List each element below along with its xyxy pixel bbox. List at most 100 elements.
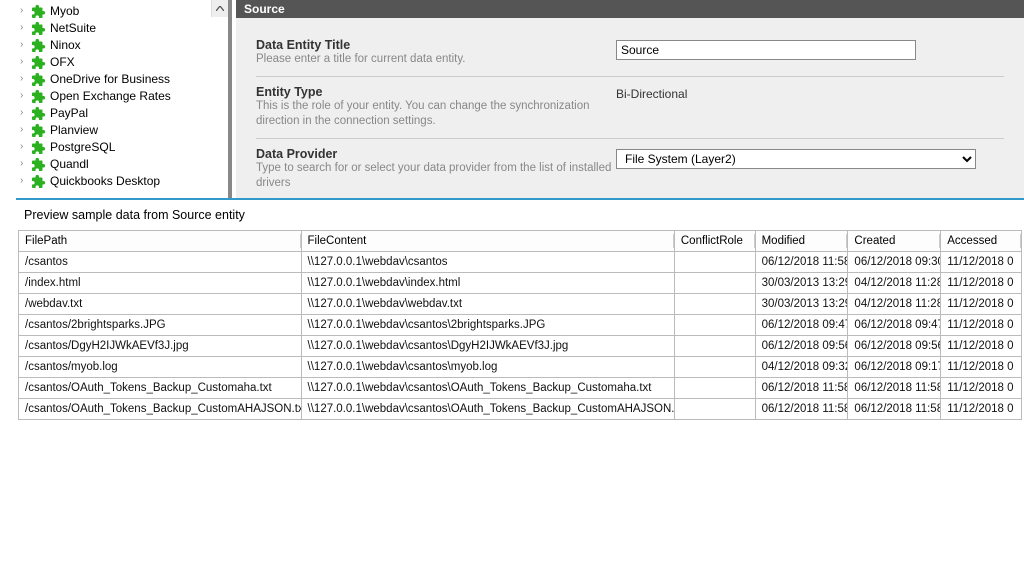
table-cell: \\127.0.0.1\webdav\index.html <box>301 273 674 294</box>
table-row[interactable]: /csantos/OAuth_Tokens_Backup_CustomAHAJS… <box>19 399 1022 420</box>
data-provider-select[interactable]: File System (Layer2) <box>616 149 976 169</box>
table-cell: 06/12/2018 09:47 <box>755 315 848 336</box>
table-cell: 06/12/2018 11:58 <box>755 378 848 399</box>
table-cell: /csantos <box>19 252 302 273</box>
tree-item-label: OFX <box>50 55 75 69</box>
table-cell: /csantos/2brightsparks.JPG <box>19 315 302 336</box>
table-cell: 06/12/2018 11:58 <box>848 399 941 420</box>
field-label: Data Entity Title <box>256 38 616 52</box>
table-cell: 11/12/2018 0 <box>941 252 1022 273</box>
table-cell: 30/03/2013 13:29 <box>755 294 848 315</box>
puzzle-icon <box>32 72 46 86</box>
tree-item-label: Quickbooks Desktop <box>50 174 160 188</box>
table-cell: 06/12/2018 09:17 <box>848 357 941 378</box>
puzzle-icon <box>32 55 46 69</box>
field-label: Entity Type <box>256 85 616 99</box>
table-cell: 06/12/2018 09:30 <box>848 252 941 273</box>
table-cell: \\127.0.0.1\webdav\csantos\myob.log <box>301 357 674 378</box>
tree-item[interactable]: › Ninox <box>0 36 228 53</box>
field-entity-type: Entity Type This is the role of your ent… <box>256 77 1004 139</box>
table-cell: 11/12/2018 0 <box>941 399 1022 420</box>
table-row[interactable]: /csantos/DgyH2IJWkAEVf3J.jpg\\127.0.0.1\… <box>19 336 1022 357</box>
column-header[interactable]: Created <box>848 231 941 252</box>
tree-item[interactable]: › Quandl <box>0 155 228 172</box>
field-help: Please enter a title for current data en… <box>256 52 616 66</box>
tree-item[interactable]: › PostgreSQL <box>0 138 228 155</box>
table-cell: \\127.0.0.1\webdav\csantos\OAuth_Tokens_… <box>301 399 674 420</box>
table-row[interactable]: /webdav.txt\\127.0.0.1\webdav\webdav.txt… <box>19 294 1022 315</box>
table-cell <box>674 252 755 273</box>
preview-title: Preview sample data from Source entity <box>16 204 1024 230</box>
column-header[interactable]: ConflictRole <box>674 231 755 252</box>
entity-title-input[interactable] <box>616 40 916 60</box>
table-cell: 30/03/2013 13:29 <box>755 273 848 294</box>
table-cell: 06/12/2018 11:58 <box>848 378 941 399</box>
table-cell: \\127.0.0.1\webdav\csantos <box>301 252 674 273</box>
table-cell <box>674 357 755 378</box>
table-cell: 11/12/2018 0 <box>941 273 1022 294</box>
chevron-right-icon[interactable]: › <box>20 39 32 50</box>
table-cell: /webdav.txt <box>19 294 302 315</box>
chevron-right-icon[interactable]: › <box>20 158 32 169</box>
tree-item[interactable]: › NetSuite <box>0 19 228 36</box>
chevron-right-icon[interactable]: › <box>20 141 32 152</box>
chevron-right-icon[interactable]: › <box>20 175 32 186</box>
main-panel: Source Data Entity Title Please enter a … <box>236 0 1024 198</box>
scroll-up-button[interactable] <box>211 0 228 17</box>
puzzle-icon <box>32 106 46 120</box>
tree-item[interactable]: › PayPal <box>0 104 228 121</box>
puzzle-icon <box>32 157 46 171</box>
tree-item-label: OneDrive for Business <box>50 72 170 86</box>
column-header[interactable]: FilePath <box>19 231 302 252</box>
chevron-right-icon[interactable]: › <box>20 56 32 67</box>
table-row[interactable]: /csantos/myob.log\\127.0.0.1\webdav\csan… <box>19 357 1022 378</box>
column-header[interactable]: Modified <box>755 231 848 252</box>
table-cell: /index.html <box>19 273 302 294</box>
table-cell: 06/12/2018 09:56 <box>755 336 848 357</box>
table-row[interactable]: /csantos/OAuth_Tokens_Backup_Customaha.t… <box>19 378 1022 399</box>
chevron-right-icon[interactable]: › <box>20 124 32 135</box>
preview-table: FilePathFileContentConflictRoleModifiedC… <box>18 230 1022 420</box>
table-cell: /csantos/OAuth_Tokens_Backup_Customaha.t… <box>19 378 302 399</box>
table-cell: 06/12/2018 09:47 <box>848 315 941 336</box>
table-cell: 11/12/2018 0 <box>941 315 1022 336</box>
panel-title: Source <box>236 0 1024 18</box>
column-header[interactable]: Accessed <box>941 231 1022 252</box>
tree-item-label: NetSuite <box>50 21 96 35</box>
entity-type-value: Bi-Directional <box>616 87 687 101</box>
puzzle-icon <box>32 174 46 188</box>
tree-item[interactable]: › Planview <box>0 121 228 138</box>
tree-item[interactable]: › Quickbooks Desktop <box>0 172 228 189</box>
chevron-right-icon[interactable]: › <box>20 22 32 33</box>
puzzle-icon <box>32 89 46 103</box>
tree-item[interactable]: › Open Exchange Rates <box>0 87 228 104</box>
puzzle-icon <box>32 4 46 18</box>
table-cell <box>674 315 755 336</box>
table-row[interactable]: /csantos\\127.0.0.1\webdav\csantos 06/12/… <box>19 252 1022 273</box>
puzzle-icon <box>32 21 46 35</box>
chevron-right-icon[interactable]: › <box>20 107 32 118</box>
table-cell: /csantos/myob.log <box>19 357 302 378</box>
table-cell: /csantos/OAuth_Tokens_Backup_CustomAHAJS… <box>19 399 302 420</box>
chevron-right-icon[interactable]: › <box>20 90 32 101</box>
table-cell: 04/12/2018 09:32 <box>755 357 848 378</box>
table-cell: 06/12/2018 09:56 <box>848 336 941 357</box>
table-row[interactable]: /csantos/2brightsparks.JPG\\127.0.0.1\we… <box>19 315 1022 336</box>
table-cell <box>674 378 755 399</box>
table-cell: 11/12/2018 0 <box>941 378 1022 399</box>
tree-item[interactable]: › OFX <box>0 53 228 70</box>
chevron-right-icon[interactable]: › <box>20 5 32 16</box>
preview-panel: Preview sample data from Source entity F… <box>16 198 1024 561</box>
table-cell <box>674 336 755 357</box>
puzzle-icon <box>32 123 46 137</box>
table-cell: 11/12/2018 0 <box>941 294 1022 315</box>
tree-item[interactable]: › Myob <box>0 2 228 19</box>
column-header[interactable]: FileContent <box>301 231 674 252</box>
field-help: Type to search for or select your data p… <box>256 161 616 190</box>
tree-item[interactable]: › OneDrive for Business <box>0 70 228 87</box>
tree-item-label: Planview <box>50 123 98 137</box>
table-cell: \\127.0.0.1\webdav\csantos\2brightsparks… <box>301 315 674 336</box>
table-row[interactable]: /index.html\\127.0.0.1\webdav\index.html… <box>19 273 1022 294</box>
tree-item-label: Myob <box>50 4 79 18</box>
chevron-right-icon[interactable]: › <box>20 73 32 84</box>
